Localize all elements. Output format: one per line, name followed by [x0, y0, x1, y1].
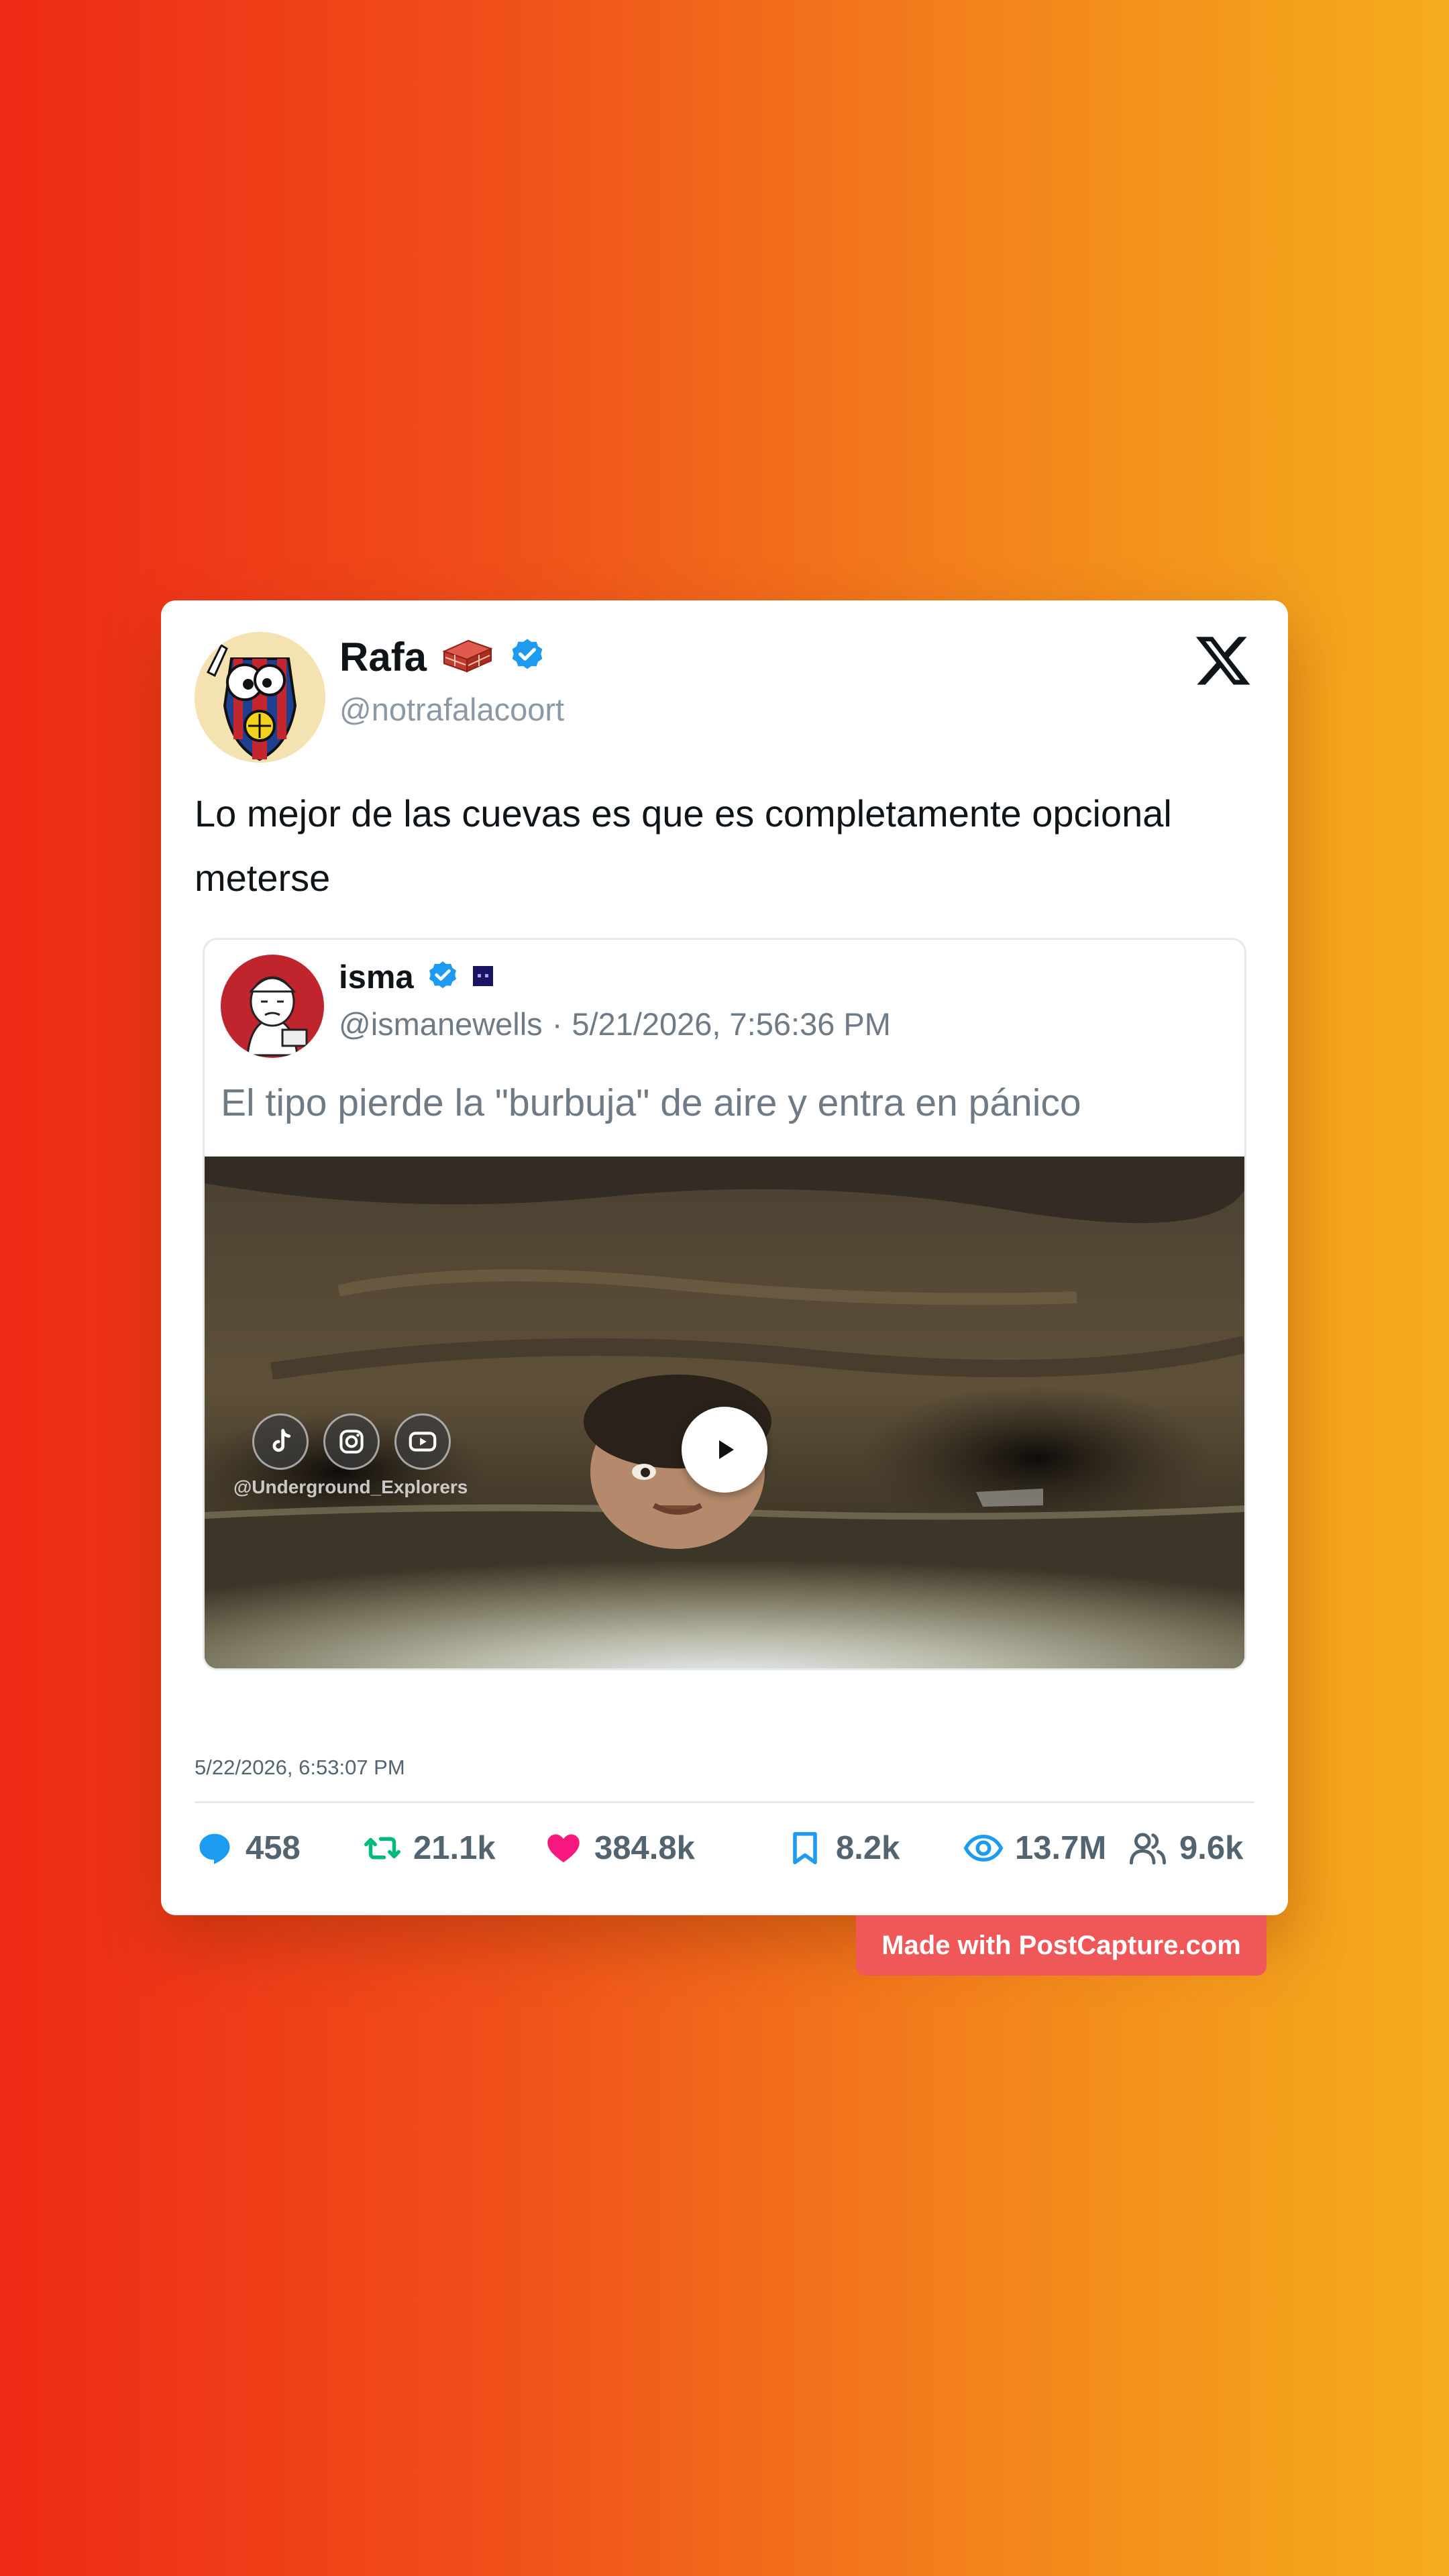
quoted-meta: @ismanewells · 5/21/2026, 7:56:36 PM [339, 1006, 891, 1042]
x-logo-icon[interactable] [1193, 631, 1253, 691]
meta-separator: · [551, 1006, 563, 1042]
bookmark-stat[interactable]: 8.2k [785, 1821, 900, 1875]
tweet-timestamp: 5/22/2026, 6:53:07 PM [195, 1756, 405, 1779]
users-icon [1130, 1833, 1166, 1865]
author-name[interactable]: Rafa [339, 634, 427, 680]
video-media[interactable]: @Underground_Explorers [205, 1157, 1244, 1668]
instagram-icon [323, 1413, 380, 1470]
verified-badge-icon [508, 637, 546, 678]
reply-stat[interactable]: 458 [195, 1821, 301, 1875]
views-stat[interactable]: 13.7M [963, 1821, 1106, 1875]
author-handle[interactable]: @notrafalacoort [339, 691, 564, 728]
author-avatar[interactable] [195, 632, 325, 763]
postcapture-badge[interactable]: Made with PostCapture.com [856, 1915, 1267, 1976]
followers-count: 9.6k [1179, 1830, 1244, 1866]
reply-count: 458 [246, 1830, 301, 1866]
quoted-author-name-row: isma [339, 959, 494, 996]
followers-stat[interactable]: 9.6k [1127, 1821, 1243, 1875]
retweet-count: 21.1k [413, 1830, 496, 1866]
retweet-icon [364, 1837, 400, 1860]
divider [195, 1801, 1254, 1803]
author-name-row: Rafa [339, 634, 546, 680]
tweet-text: Lo mejor de las cuevas es que es complet… [195, 792, 1172, 899]
quoted-author-handle[interactable]: @ismanewells [339, 1006, 543, 1042]
retweet-stat[interactable]: 21.1k [362, 1821, 496, 1875]
watermark-handle: @Underground_Explorers [233, 1477, 468, 1497]
views-count: 13.7M [1015, 1830, 1107, 1866]
like-count: 384.8k [594, 1830, 695, 1866]
verified-badge-icon [426, 959, 460, 996]
quoted-tweet-text: El tipo pierde la "burbuja" de aire y en… [221, 1081, 1081, 1124]
heart-icon [547, 1834, 580, 1863]
pixel-emoji-icon [472, 965, 494, 991]
eye-icon [963, 1834, 1004, 1862]
play-button[interactable] [682, 1407, 767, 1493]
play-icon [719, 1440, 734, 1459]
video-watermark: @Underground_Explorers [233, 1413, 488, 1498]
quoted-author-name[interactable]: isma [339, 959, 414, 996]
brick-emoji-icon [441, 637, 494, 678]
reply-icon [199, 1833, 230, 1864]
quoted-tweet[interactable]: isma @ismanewells · 5/21/2026, 7:56:36 P… [203, 938, 1246, 1670]
like-stat[interactable]: 384.8k [543, 1821, 695, 1875]
tweet-card: Rafa @notrafalacoort Lo mejor de las cue… [161, 600, 1288, 1915]
tiktok-icon [252, 1413, 309, 1470]
quoted-author-avatar[interactable] [221, 955, 324, 1058]
bookmark-count: 8.2k [836, 1830, 900, 1866]
youtube-icon [394, 1413, 451, 1470]
quoted-date: 5/21/2026, 7:56:36 PM [572, 1006, 891, 1042]
bookmark-icon [793, 1832, 817, 1864]
stats-row: 458 21.1k 384.8k 8.2k 13.7M 9.6k [195, 1821, 1254, 1875]
